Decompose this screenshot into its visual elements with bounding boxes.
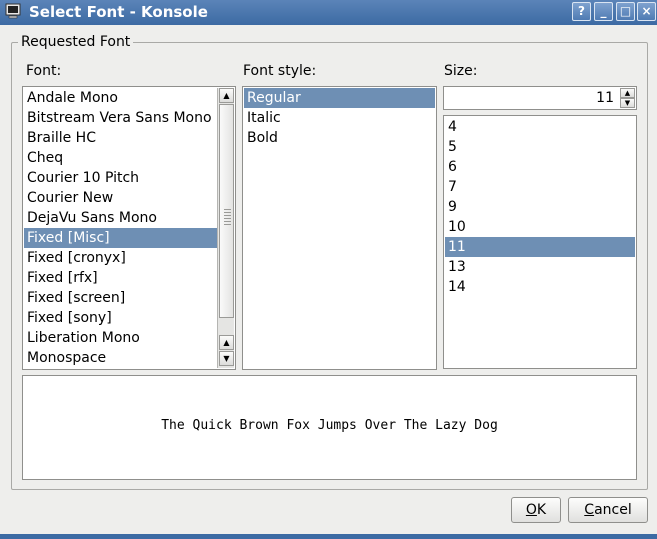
arrow-up-icon: ▲ xyxy=(624,89,631,97)
list-item[interactable]: Bitstream Vera Sans Mono xyxy=(24,108,219,128)
font-label: Font: xyxy=(26,63,62,79)
ok-button[interactable]: OK xyxy=(511,497,561,523)
scroll-up-button[interactable]: ▲ xyxy=(219,88,234,103)
arrow-down-icon: ▼ xyxy=(624,99,631,107)
size-increase-button[interactable]: ▲ xyxy=(620,88,635,98)
size-list[interactable]: 4 5 6 7 9 10 11 13 14 xyxy=(443,115,637,369)
arrow-up-icon: ▲ xyxy=(223,91,230,100)
arrow-up-icon: ▲ xyxy=(223,338,230,347)
preview-text: The Quick Brown Fox Jumps Over The Lazy … xyxy=(161,418,498,433)
help-button[interactable]: ? xyxy=(572,2,591,21)
maximize-button[interactable]: □ xyxy=(616,2,635,21)
help-icon: ? xyxy=(578,4,585,18)
list-item[interactable]: 5 xyxy=(445,137,635,157)
list-item[interactable]: Cheq xyxy=(24,148,219,168)
list-item[interactable]: Fixed [screen] xyxy=(24,288,219,308)
cancel-mnemonic: C xyxy=(584,502,595,518)
list-item[interactable]: Italic xyxy=(244,108,435,128)
list-item-selected[interactable]: Regular xyxy=(244,88,435,108)
size-decrease-button[interactable]: ▼ xyxy=(620,98,635,108)
grip-icon xyxy=(224,209,231,225)
ok-label-rest: K xyxy=(536,502,547,518)
size-value[interactable]: 11 xyxy=(514,90,614,106)
ok-mnemonic: O xyxy=(525,502,537,518)
maximize-icon: □ xyxy=(619,4,632,18)
font-list-scrollbar[interactable]: ▲ ▲ ▼ xyxy=(217,88,234,368)
group-title: Requested Font xyxy=(18,34,134,50)
list-item[interactable]: 4 xyxy=(445,117,635,137)
close-icon: × xyxy=(641,4,652,18)
list-item[interactable]: Bold xyxy=(244,128,435,148)
list-item[interactable]: Fixed [sony] xyxy=(24,308,219,328)
scroll-down-button[interactable]: ▼ xyxy=(219,351,234,366)
minimize-button[interactable]: _ xyxy=(594,2,613,21)
cancel-label-rest: ancel xyxy=(594,502,632,518)
scroll-up-button-lower[interactable]: ▲ xyxy=(219,335,234,350)
minimize-icon: _ xyxy=(600,4,607,18)
close-button[interactable]: × xyxy=(637,2,656,21)
font-list[interactable]: Andale Mono Bitstream Vera Sans Mono Bra… xyxy=(22,86,236,370)
list-item[interactable]: 10 xyxy=(445,217,635,237)
list-item[interactable]: Andale Mono xyxy=(24,88,219,108)
list-item-selected[interactable]: Fixed [Misc] xyxy=(24,228,219,248)
list-item[interactable]: Fixed [rfx] xyxy=(24,268,219,288)
window-title: Select Font - Konsole xyxy=(29,3,208,21)
list-item[interactable]: 7 xyxy=(445,177,635,197)
list-item[interactable]: 6 xyxy=(445,157,635,177)
list-item[interactable]: DejaVu Sans Mono xyxy=(24,208,219,228)
list-item[interactable]: Courier 10 Pitch xyxy=(24,168,219,188)
list-item-selected[interactable]: 11 xyxy=(445,237,635,257)
size-spinbox[interactable]: 11 ▲ ▼ xyxy=(443,86,637,110)
list-item[interactable]: Liberation Mono xyxy=(24,328,219,348)
list-item[interactable]: Braille HC xyxy=(24,128,219,148)
window-bottom-border xyxy=(0,534,657,539)
font-style-list[interactable]: Regular Italic Bold xyxy=(242,86,437,370)
list-item[interactable]: 14 xyxy=(445,277,635,297)
arrow-down-icon: ▼ xyxy=(223,354,230,363)
list-item[interactable]: Fixed [cronyx] xyxy=(24,248,219,268)
font-preview: The Quick Brown Fox Jumps Over The Lazy … xyxy=(22,375,637,480)
list-item[interactable]: 9 xyxy=(445,197,635,217)
list-item[interactable]: Courier New xyxy=(24,188,219,208)
list-item[interactable]: Monospace xyxy=(24,348,219,368)
terminal-icon[interactable] xyxy=(5,3,21,19)
list-item[interactable]: 13 xyxy=(445,257,635,277)
title-bar[interactable]: Select Font - Konsole ? _ □ × xyxy=(0,0,657,25)
scrollbar-thumb[interactable] xyxy=(219,104,234,318)
size-label: Size: xyxy=(444,63,478,79)
cancel-button[interactable]: Cancel xyxy=(568,497,648,523)
font-style-label: Font style: xyxy=(243,63,317,79)
